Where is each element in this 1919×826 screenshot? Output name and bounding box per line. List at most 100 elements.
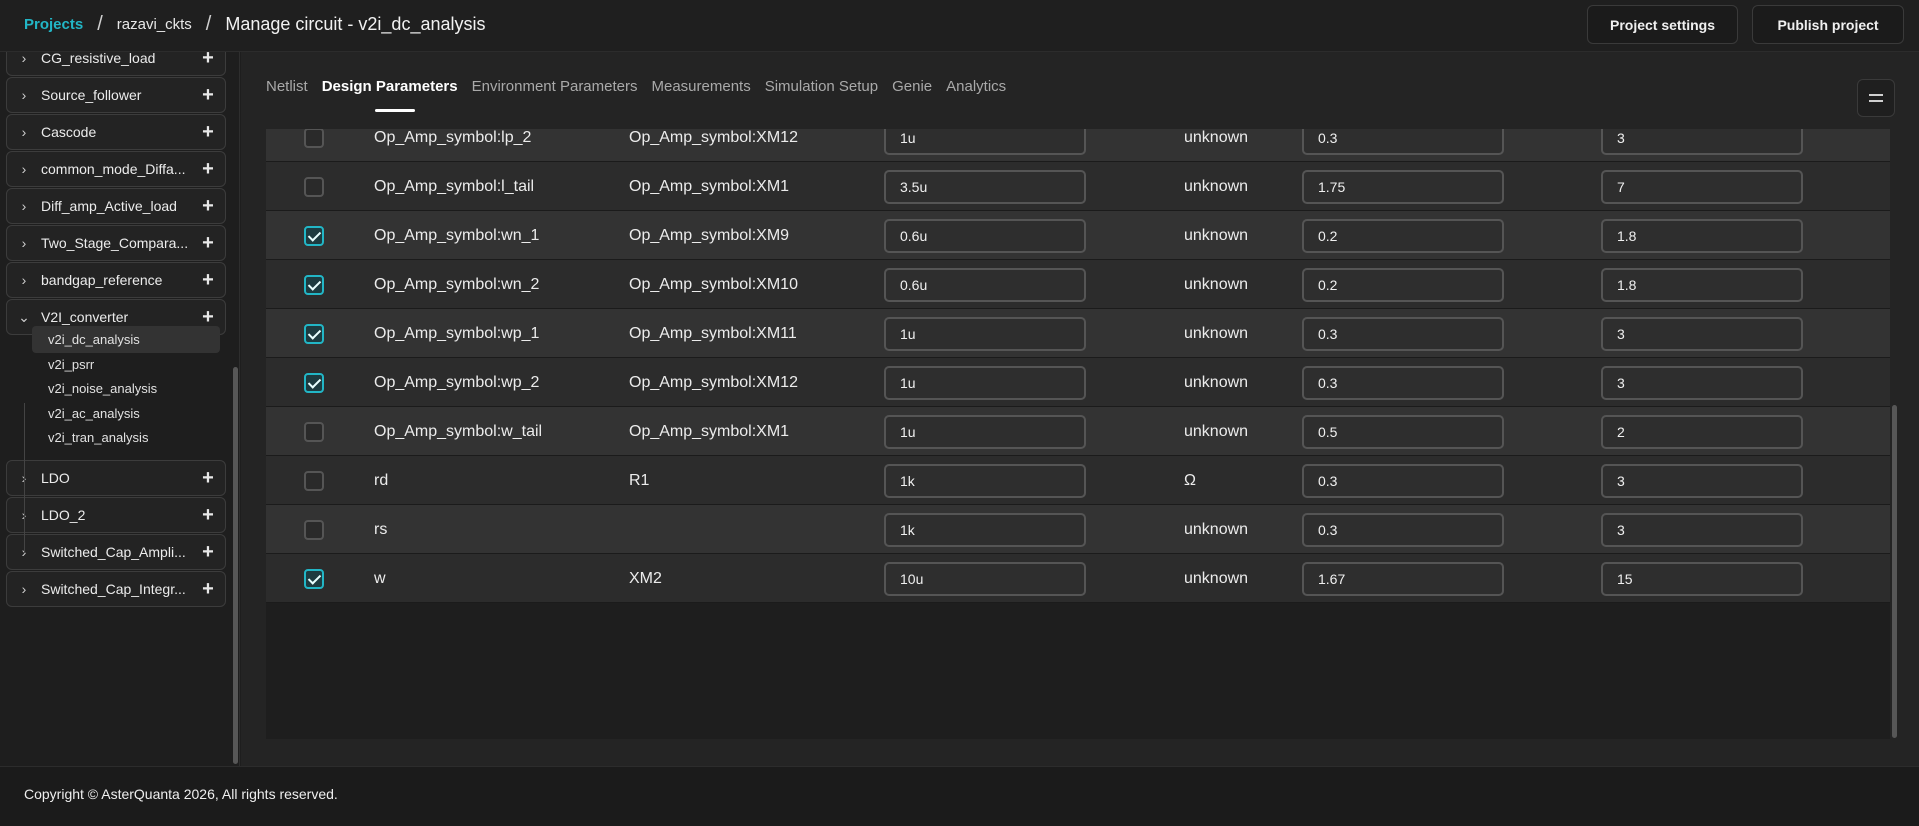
min-input[interactable]: 0.5 xyxy=(1302,415,1504,449)
parameter-checkbox[interactable] xyxy=(304,569,324,589)
sidebar-group-3[interactable]: › common_mode_Diffa... + xyxy=(6,151,226,187)
add-icon[interactable]: + xyxy=(191,158,225,181)
menu-icon[interactable] xyxy=(1857,79,1895,117)
tab-4[interactable]: Simulation Setup xyxy=(765,78,878,108)
chevron-right-icon[interactable]: › xyxy=(7,161,41,177)
sidebar-subitem-1[interactable]: v2i_psrr xyxy=(32,351,220,378)
sidebar-subitem-0[interactable]: v2i_dc_analysis xyxy=(32,326,220,353)
table-scrollbar[interactable] xyxy=(1892,405,1897,738)
value-input[interactable]: 1k xyxy=(884,464,1086,498)
sidebar-group-label: LDO_2 xyxy=(41,507,86,523)
tab-0[interactable]: Netlist xyxy=(266,78,308,108)
chevron-right-icon[interactable]: › xyxy=(7,198,41,214)
tab-2[interactable]: Environment Parameters xyxy=(472,78,638,108)
chevron-down-icon[interactable]: ⌄ xyxy=(7,309,41,326)
parameter-checkbox[interactable] xyxy=(304,324,324,344)
parameter-checkbox[interactable] xyxy=(304,471,324,491)
sidebar-group-label: bandgap_reference xyxy=(41,272,163,288)
sidebar-group-6[interactable]: › bandgap_reference + xyxy=(6,262,226,298)
device-name: Op_Amp_symbol:XM1 xyxy=(629,423,790,440)
max-input[interactable]: 3 xyxy=(1601,513,1803,547)
sidebar-group-11[interactable]: › Switched_Cap_Integr... + xyxy=(6,571,226,607)
parameter-checkbox[interactable] xyxy=(304,226,324,246)
sidebar-group-5[interactable]: › Two_Stage_Compara... + xyxy=(6,225,226,261)
min-input[interactable]: 0.3 xyxy=(1302,464,1504,498)
sidebar-group-label: Switched_Cap_Integr... xyxy=(41,581,186,597)
tab-5[interactable]: Genie xyxy=(892,78,932,108)
min-input[interactable]: 0.3 xyxy=(1302,129,1504,155)
sidebar-group-2[interactable]: › Cascode + xyxy=(6,114,226,150)
sidebar-group-label: CG_resistive_load xyxy=(41,52,156,66)
min-input[interactable]: 0.3 xyxy=(1302,317,1504,351)
chevron-right-icon[interactable]: › xyxy=(7,52,41,66)
value-input[interactable]: 10u xyxy=(884,562,1086,596)
publish-project-button[interactable]: Publish project xyxy=(1752,5,1904,44)
breadcrumb-project-link[interactable]: razavi_ckts xyxy=(117,16,192,33)
parameter-checkbox[interactable] xyxy=(304,177,324,197)
parameter-checkbox[interactable] xyxy=(304,129,324,148)
value-input[interactable]: 1u xyxy=(884,415,1086,449)
min-input[interactable]: 1.67 xyxy=(1302,562,1504,596)
tab-bar: Netlist Design Parameters Environment Para… xyxy=(266,78,1006,108)
chevron-right-icon[interactable]: › xyxy=(7,124,41,140)
sidebar-scrollbar[interactable] xyxy=(233,367,238,764)
add-icon[interactable]: + xyxy=(191,269,225,292)
sidebar-group-0[interactable]: › CG_resistive_load + xyxy=(6,52,226,76)
sidebar-group-4[interactable]: › Diff_amp_Active_load + xyxy=(6,188,226,224)
value-input[interactable]: 1u xyxy=(884,366,1086,400)
min-input[interactable]: 0.2 xyxy=(1302,219,1504,253)
sidebar-group-9[interactable]: ›LDO_2+ xyxy=(6,497,226,533)
max-input[interactable]: 15 xyxy=(1601,562,1803,596)
sidebar-subitem-2[interactable]: v2i_noise_analysis xyxy=(32,375,220,402)
tab-3[interactable]: Measurements xyxy=(652,78,751,108)
value-input[interactable]: 1u xyxy=(884,317,1086,351)
breadcrumb-projects-link[interactable]: Projects xyxy=(24,16,83,33)
tab-1[interactable]: Design Parameters xyxy=(322,78,458,108)
min-input[interactable]: 0.3 xyxy=(1302,513,1504,547)
sidebar-group-8[interactable]: ›LDO+ xyxy=(6,460,226,496)
chevron-right-icon[interactable]: › xyxy=(7,272,41,288)
value-input[interactable]: 0.6u xyxy=(884,219,1086,253)
max-input[interactable]: 1.8 xyxy=(1601,268,1803,302)
parameter-checkbox[interactable] xyxy=(304,422,324,442)
unit-label: unknown xyxy=(1184,374,1249,391)
project-settings-button[interactable]: Project settings xyxy=(1587,5,1738,44)
value-input[interactable]: 1u xyxy=(884,129,1086,155)
unit-label: unknown xyxy=(1184,178,1249,195)
max-input[interactable]: 1.8 xyxy=(1601,219,1803,253)
tab-6[interactable]: Analytics xyxy=(946,78,1006,108)
add-icon[interactable]: + xyxy=(191,504,225,527)
max-input[interactable]: 7 xyxy=(1601,170,1803,204)
sidebar-subitem-4[interactable]: v2i_tran_analysis xyxy=(32,424,220,451)
unit-label: unknown xyxy=(1184,325,1249,342)
chevron-right-icon[interactable]: › xyxy=(7,87,41,103)
chevron-right-icon[interactable]: › xyxy=(7,235,41,251)
sidebar-subitem-3[interactable]: v2i_ac_analysis xyxy=(32,400,220,427)
max-input[interactable]: 3 xyxy=(1601,317,1803,351)
value-input[interactable]: 1k xyxy=(884,513,1086,547)
value-input[interactable]: 0.6u xyxy=(884,268,1086,302)
add-icon[interactable]: + xyxy=(191,467,225,490)
parameter-checkbox[interactable] xyxy=(304,520,324,540)
sidebar-group-1[interactable]: › Source_follower + xyxy=(6,77,226,113)
min-input[interactable]: 0.2 xyxy=(1302,268,1504,302)
add-icon[interactable]: + xyxy=(191,541,225,564)
value-input[interactable]: 3.5u xyxy=(884,170,1086,204)
chevron-right-icon[interactable]: › xyxy=(7,581,41,597)
parameter-checkbox[interactable] xyxy=(304,275,324,295)
max-input[interactable]: 2 xyxy=(1601,415,1803,449)
copyright-text: Copyright © AsterQuanta 2026, All rights… xyxy=(24,786,338,802)
add-icon[interactable]: + xyxy=(191,195,225,218)
add-icon[interactable]: + xyxy=(191,52,225,70)
parameter-checkbox[interactable] xyxy=(304,373,324,393)
add-icon[interactable]: + xyxy=(191,84,225,107)
min-input[interactable]: 0.3 xyxy=(1302,366,1504,400)
add-icon[interactable]: + xyxy=(191,121,225,144)
min-input[interactable]: 1.75 xyxy=(1302,170,1504,204)
add-icon[interactable]: + xyxy=(191,578,225,601)
max-input[interactable]: 3 xyxy=(1601,366,1803,400)
sidebar-group-10[interactable]: ›Switched_Cap_Ampli...+ xyxy=(6,534,226,570)
max-input[interactable]: 3 xyxy=(1601,129,1803,155)
add-icon[interactable]: + xyxy=(191,232,225,255)
max-input[interactable]: 3 xyxy=(1601,464,1803,498)
